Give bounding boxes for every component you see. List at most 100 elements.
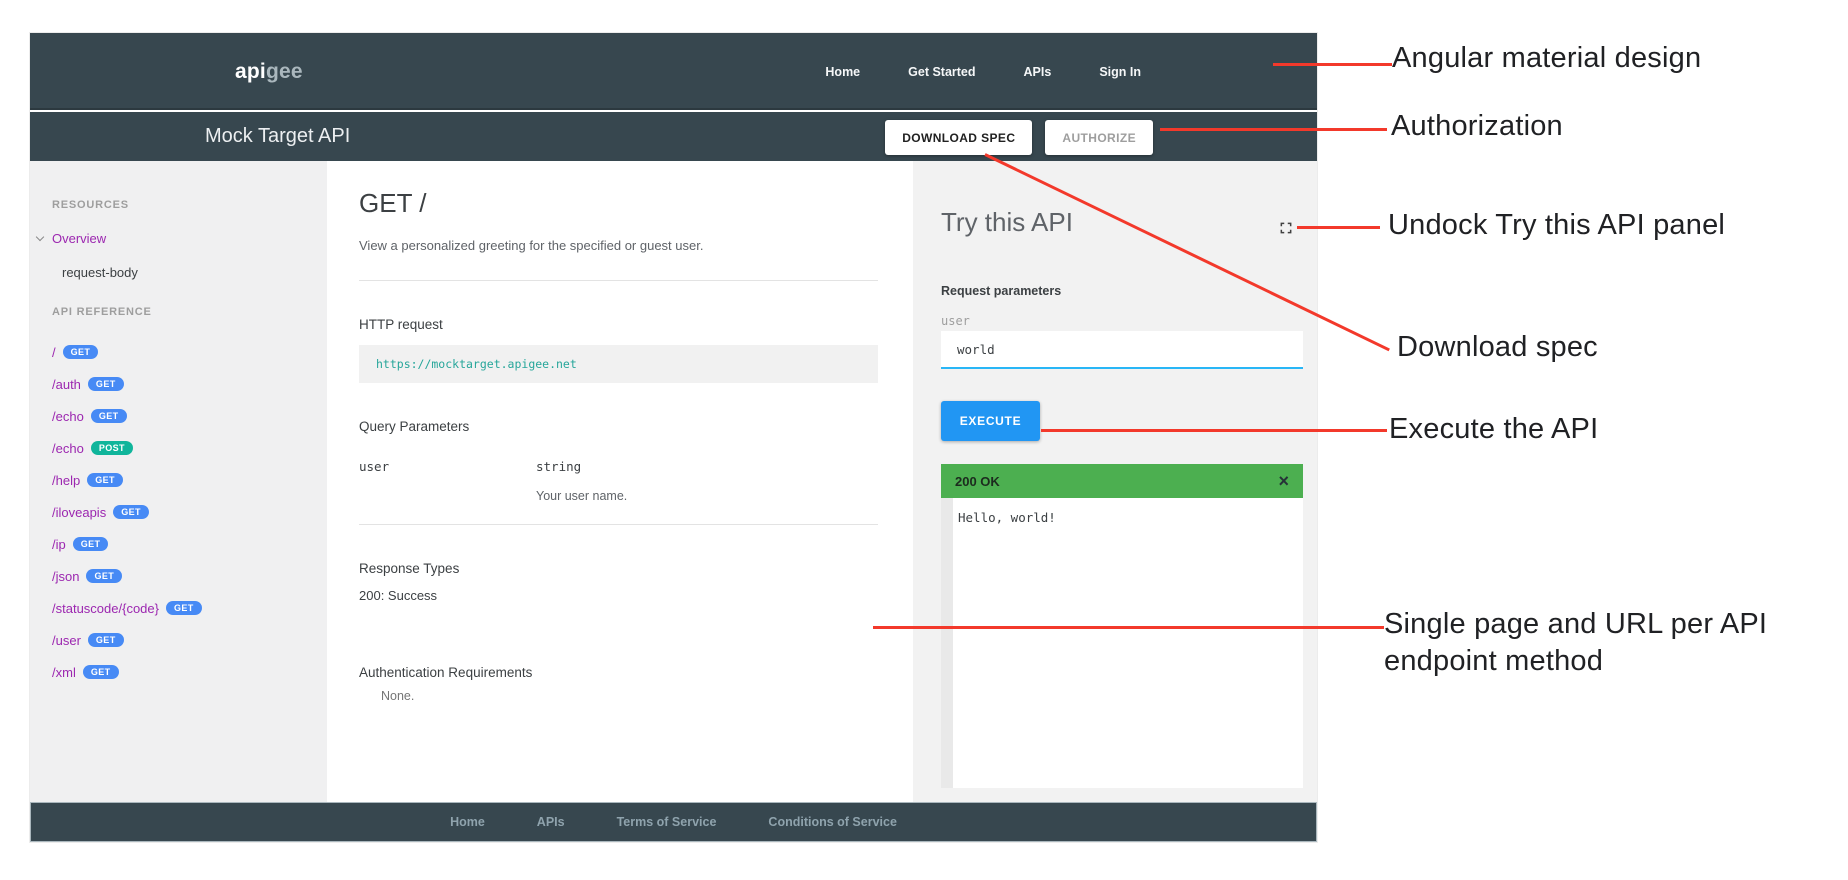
method-badge[interactable]: GET: [87, 473, 123, 487]
annotation-material-design: Angular material design: [1392, 40, 1701, 77]
footer-link-conditions[interactable]: Conditions of Service: [768, 815, 897, 829]
annotation-single-page: Single page and URL per API endpoint met…: [1384, 606, 1814, 680]
footer-link-apis[interactable]: APIs: [537, 815, 565, 829]
http-request-url[interactable]: https://mocktarget.apigee.net: [376, 357, 577, 371]
sidebar: RESOURCES Overview request-body API REFE…: [30, 161, 327, 802]
endpoint-path[interactable]: /json: [52, 569, 79, 584]
nav-home[interactable]: Home: [825, 65, 860, 79]
footer-link-terms[interactable]: Terms of Service: [617, 815, 717, 829]
parameter-row: user string: [359, 459, 878, 474]
nav-sign-in[interactable]: Sign In: [1099, 65, 1141, 79]
divider: [359, 280, 878, 281]
content-area: RESOURCES Overview request-body API REFE…: [30, 161, 1317, 802]
method-badge[interactable]: GET: [91, 409, 127, 423]
response-body: Hello, world!: [941, 498, 1303, 788]
footer-link-home[interactable]: Home: [450, 815, 485, 829]
parameter-description: Your user name.: [536, 489, 878, 503]
endpoint-description: View a personalized greeting for the spe…: [359, 238, 878, 253]
sidebar-endpoint-row[interactable]: /auth GET: [52, 368, 327, 400]
api-subheader: Mock Target API DOWNLOAD SPEC AUTHORIZE: [30, 112, 1317, 161]
parameter-name: user: [359, 459, 536, 474]
logo-text-light: gee: [266, 60, 303, 84]
logo-text-bold: api: [235, 60, 266, 84]
top-nav-links: Home Get Started APIs Sign In: [825, 33, 1141, 110]
sidebar-endpoint-row[interactable]: /json GET: [52, 560, 327, 592]
endpoint-title: GET /: [359, 188, 878, 219]
sidebar-endpoint-row[interactable]: /user GET: [52, 624, 327, 656]
nav-get-started[interactable]: Get Started: [908, 65, 975, 79]
endpoint-path[interactable]: /statuscode/{code}: [52, 601, 159, 616]
callout-line-authorization: [1160, 128, 1387, 131]
top-navbar: apigee Home Get Started APIs Sign In: [30, 33, 1317, 110]
authorize-button[interactable]: AUTHORIZE: [1045, 120, 1153, 155]
endpoint-path[interactable]: /user: [52, 633, 81, 648]
method-badge[interactable]: GET: [113, 505, 149, 519]
try-this-api-panel: Try this API Request parameters user EXE…: [913, 161, 1317, 802]
sidebar-endpoint-row[interactable]: /ip GET: [52, 528, 327, 560]
auth-requirements-value: None.: [381, 689, 878, 703]
method-badge[interactable]: GET: [83, 665, 119, 679]
http-request-url-block: https://mocktarget.apigee.net: [359, 345, 878, 383]
sidebar-item-overview[interactable]: Overview: [52, 231, 327, 246]
subheader-actions: DOWNLOAD SPEC AUTHORIZE: [885, 113, 1153, 162]
response-type-value: 200: Success: [359, 588, 878, 603]
endpoint-doc: GET / View a personalized greeting for t…: [327, 161, 913, 802]
method-badge[interactable]: GET: [63, 345, 99, 359]
sidebar-endpoint-row[interactable]: /iloveapis GET: [52, 496, 327, 528]
method-badge[interactable]: GET: [88, 377, 124, 391]
response-body-text: Hello, world!: [958, 510, 1056, 525]
footer: Home APIs Terms of Service Conditions of…: [30, 802, 1317, 842]
method-badge[interactable]: GET: [86, 569, 122, 583]
method-badge[interactable]: GET: [166, 601, 202, 615]
response-status-bar: 200 OK ×: [941, 464, 1303, 498]
undock-icon[interactable]: [1279, 221, 1293, 235]
user-field-label: user: [941, 314, 1303, 328]
response-types-heading: Response Types: [359, 561, 878, 576]
overview-label: Overview: [52, 231, 106, 246]
sidebar-item-request-body[interactable]: request-body: [62, 265, 327, 280]
api-title: Mock Target API: [205, 112, 350, 161]
method-badge[interactable]: POST: [91, 441, 133, 455]
endpoint-path[interactable]: /: [52, 345, 56, 360]
annotation-execute: Execute the API: [1389, 411, 1598, 448]
endpoint-path[interactable]: /help: [52, 473, 80, 488]
parameter-type: string: [536, 459, 581, 474]
annotation-authorization: Authorization: [1391, 108, 1563, 145]
endpoint-path[interactable]: /ip: [52, 537, 66, 552]
method-badge[interactable]: GET: [88, 633, 124, 647]
close-icon[interactable]: ×: [1278, 472, 1289, 490]
auth-requirements-heading: Authentication Requirements: [359, 665, 878, 680]
api-reference-heading: API REFERENCE: [52, 306, 327, 318]
execute-button[interactable]: EXECUTE: [941, 401, 1040, 441]
download-spec-button[interactable]: DOWNLOAD SPEC: [885, 120, 1032, 155]
sidebar-endpoint-row[interactable]: /statuscode/{code} GET: [52, 592, 327, 624]
sidebar-endpoint-row[interactable]: /echo POST: [52, 432, 327, 464]
callout-line-undock: [1297, 226, 1380, 229]
sidebar-endpoint-row[interactable]: /help GET: [52, 464, 327, 496]
annotation-undock: Undock Try this API panel: [1388, 207, 1738, 244]
endpoint-path[interactable]: /auth: [52, 377, 81, 392]
callout-line-material-design: [1273, 63, 1392, 66]
user-input[interactable]: [941, 331, 1303, 369]
apigee-logo[interactable]: apigee: [235, 33, 303, 110]
query-parameters-heading: Query Parameters: [359, 419, 878, 434]
portal-window: apigee Home Get Started APIs Sign In Moc…: [30, 33, 1317, 842]
http-request-heading: HTTP request: [359, 317, 878, 332]
endpoint-path[interactable]: /xml: [52, 665, 76, 680]
sidebar-endpoint-row[interactable]: / GET: [52, 336, 327, 368]
request-parameters-label: Request parameters: [941, 284, 1303, 298]
method-badge[interactable]: GET: [73, 537, 109, 551]
endpoint-path[interactable]: /iloveapis: [52, 505, 106, 520]
annotation-download-spec: Download spec: [1397, 329, 1598, 366]
sidebar-endpoint-row[interactable]: /xml GET: [52, 656, 327, 688]
chevron-down-icon: [36, 233, 44, 241]
endpoint-path[interactable]: /echo: [52, 409, 84, 424]
page: apigee Home Get Started APIs Sign In Moc…: [0, 0, 1848, 880]
callout-line-single-page: [873, 626, 1384, 629]
endpoint-path[interactable]: /echo: [52, 441, 84, 456]
divider: [359, 524, 878, 525]
response-status: 200 OK: [955, 474, 1000, 489]
sidebar-endpoint-row[interactable]: /echo GET: [52, 400, 327, 432]
resources-heading: RESOURCES: [52, 199, 327, 211]
nav-apis[interactable]: APIs: [1024, 65, 1052, 79]
